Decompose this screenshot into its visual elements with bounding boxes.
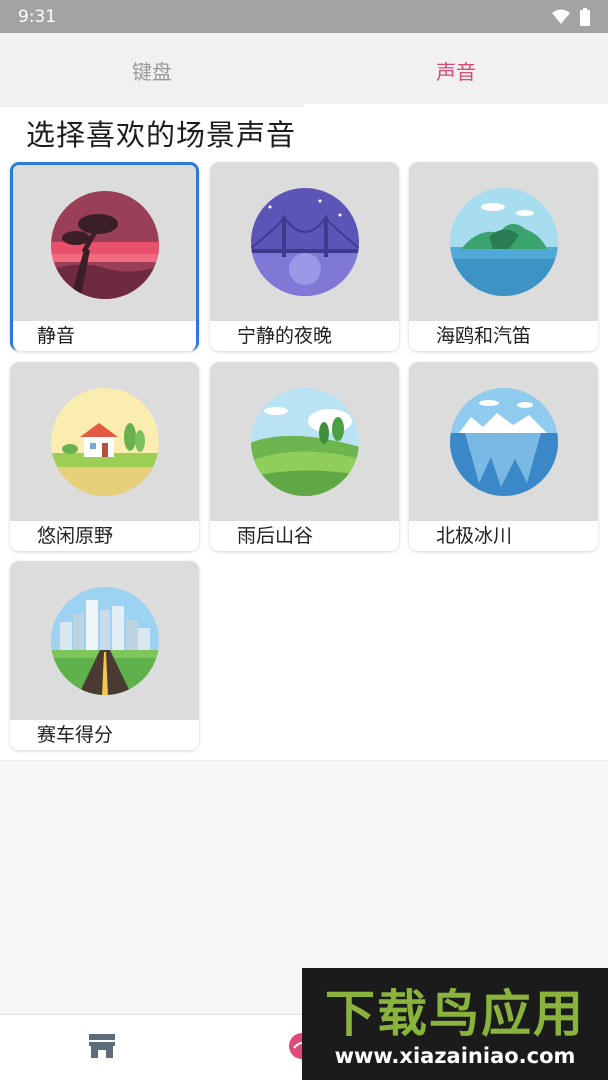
page-title: 选择喜欢的场景声音 <box>26 118 297 152</box>
watermark-brand: 下载鸟应用 <box>325 985 585 1043</box>
green-valley-icon <box>250 388 359 496</box>
scene-card-racing[interactable]: 赛车得分 <box>10 561 199 750</box>
city-road-icon <box>50 587 159 695</box>
scene-card-mute[interactable]: 静音 <box>10 162 199 351</box>
scene-label: 宁静的夜晚 <box>210 321 399 351</box>
scene-card-valley[interactable]: 雨后山谷 <box>210 362 399 551</box>
wifi-icon <box>552 9 570 24</box>
glacier-icon <box>449 388 558 496</box>
scene-label: 赛车得分 <box>10 720 199 750</box>
scene-card-leisure-field[interactable]: 悠闲原野 <box>10 362 199 551</box>
status-bar: 9:31 <box>0 0 608 33</box>
status-time: 9:31 <box>18 6 57 27</box>
nav-store-button[interactable] <box>86 1030 118 1062</box>
scene-label: 悠闲原野 <box>10 521 199 551</box>
tab-active-indicator <box>304 104 608 108</box>
bonsai-sunset-icon <box>50 191 159 299</box>
bridge-night-icon <box>250 188 359 296</box>
scene-image <box>10 561 199 721</box>
scene-card-quiet-night[interactable]: 宁静的夜晚 <box>210 162 399 351</box>
scene-image <box>409 162 598 322</box>
scene-image <box>210 162 399 322</box>
island-sea-icon <box>449 188 558 296</box>
tab-keyboard[interactable]: 键盘 <box>0 33 304 107</box>
tab-sound-label: 声音 <box>436 59 476 84</box>
status-icons <box>552 7 590 26</box>
tab-keyboard-label: 键盘 <box>132 59 172 84</box>
scene-image <box>10 362 199 522</box>
tab-bar: 键盘 声音 <box>0 33 608 107</box>
battery-icon <box>580 7 590 26</box>
countryside-house-icon <box>50 388 159 496</box>
store-icon <box>89 1034 115 1058</box>
scene-label: 静音 <box>13 321 196 351</box>
scene-image <box>409 362 598 522</box>
watermark-url: www.xiazainiao.com <box>334 1044 576 1068</box>
scene-card-seagull[interactable]: 海鸥和汽笛 <box>409 162 598 351</box>
scene-image <box>210 362 399 522</box>
scene-label: 海鸥和汽笛 <box>409 321 598 351</box>
scene-label: 北极冰川 <box>409 521 598 551</box>
tab-sound[interactable]: 声音 <box>304 33 608 107</box>
scene-label: 雨后山谷 <box>210 521 399 551</box>
scene-image <box>13 165 196 325</box>
scene-card-glacier[interactable]: 北极冰川 <box>409 362 598 551</box>
watermark: 下载鸟应用 www.xiazainiao.com <box>302 968 608 1080</box>
